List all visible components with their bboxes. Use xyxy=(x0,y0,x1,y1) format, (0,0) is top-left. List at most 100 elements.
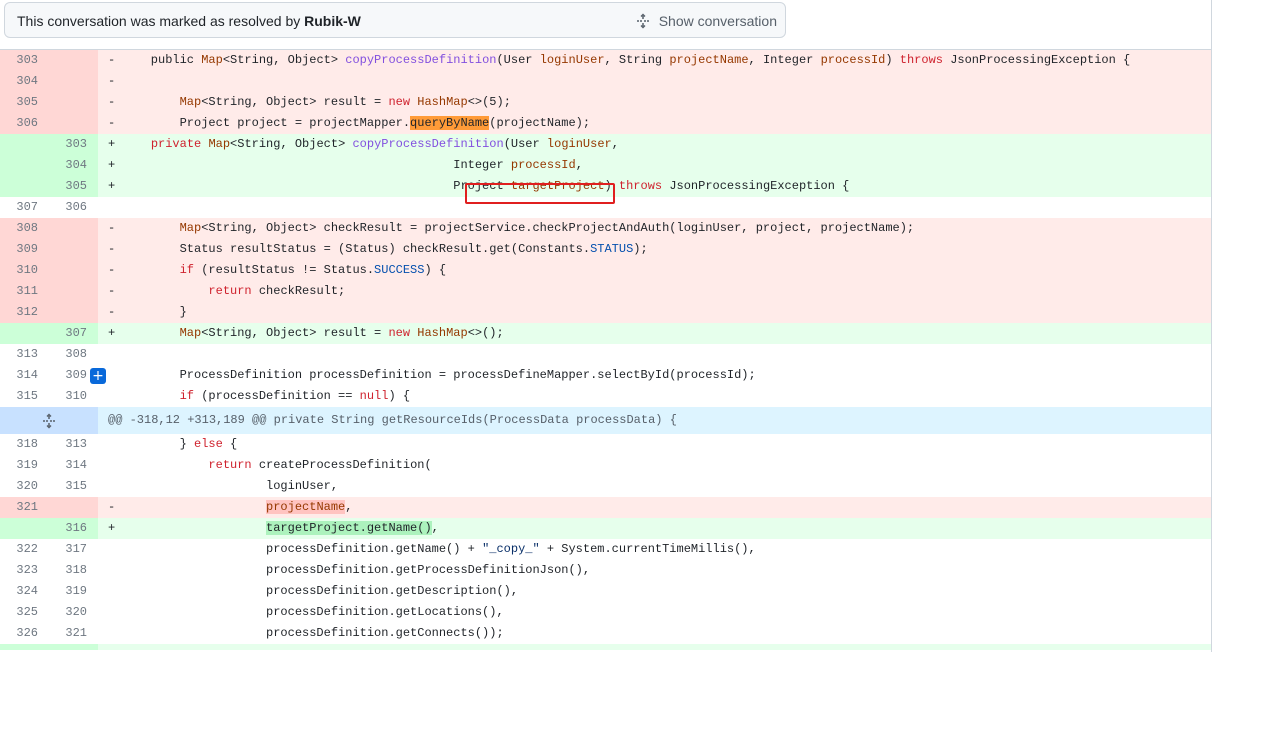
new-line-number[interactable]: 308 xyxy=(49,344,98,365)
diff-marker: + xyxy=(108,137,116,151)
old-line-number[interactable]: 319 xyxy=(0,455,49,476)
old-line-number[interactable]: 325 xyxy=(0,602,49,623)
old-line-number[interactable]: 307 xyxy=(0,197,49,218)
old-line-number[interactable] xyxy=(0,134,49,155)
diff-line-context: 323 318 processDefinition.getProcessDefi… xyxy=(0,560,1211,581)
diff-line-deleted: 312 - } xyxy=(0,302,1211,323)
new-line-number[interactable]: 310 xyxy=(49,386,98,407)
diff-line-context: 320 315 loginUser, xyxy=(0,476,1211,497)
new-line-number xyxy=(49,644,98,650)
code-line: loginUser, xyxy=(122,479,339,493)
code-line: processDefinition.getProcessDefinitionJs… xyxy=(122,563,591,577)
old-line-number xyxy=(0,644,49,650)
diff-view: 303 - public Map<String, Object> copyPro… xyxy=(0,50,1211,650)
new-line-number[interactable]: 314 xyxy=(49,455,98,476)
new-line-number[interactable] xyxy=(49,92,98,113)
code-line: Project project = projectMapper.queryByN… xyxy=(122,116,591,130)
diff-line-deleted: 309 - Status resultStatus = (Status) che… xyxy=(0,239,1211,260)
code-line: if (resultStatus != Status.SUCCESS) { xyxy=(179,263,447,277)
old-line-number[interactable]: 324 xyxy=(0,581,49,602)
old-line-number[interactable]: 305 xyxy=(0,92,49,113)
new-line-number[interactable] xyxy=(49,71,98,92)
new-line-number[interactable]: 304 xyxy=(49,155,98,176)
diff-line-deleted: 310 - if (resultStatus != Status.SUCCESS… xyxy=(0,260,1211,281)
new-line-number[interactable]: 313 xyxy=(49,434,98,455)
hunk-header-text: @@ -318,12 +313,189 @@ private String ge… xyxy=(108,413,677,427)
page-right-border xyxy=(1211,0,1212,652)
new-line-number[interactable]: 320 xyxy=(49,602,98,623)
expand-lines-button[interactable] xyxy=(0,407,98,434)
new-line-number[interactable]: 317 xyxy=(49,539,98,560)
resolved-message: This conversation was marked as resolved… xyxy=(17,13,361,29)
old-line-number[interactable]: 308 xyxy=(0,218,49,239)
old-line-number[interactable] xyxy=(0,155,49,176)
code-line: private Map<String, Object> copyProcessD… xyxy=(150,137,619,151)
diff-line-added: 307 + Map<String, Object> result = new H… xyxy=(0,323,1211,344)
diff-line-deleted: 304 - xyxy=(0,71,1211,92)
old-line-number[interactable]: 311 xyxy=(0,281,49,302)
code-line: public Map<String, Object> copyProcessDe… xyxy=(122,53,1131,67)
diff-line-added: 305 + Project targetProject) throws Json… xyxy=(0,176,1211,197)
new-line-number[interactable] xyxy=(49,218,98,239)
diff-line-deleted: 303 - public Map<String, Object> copyPro… xyxy=(0,50,1211,71)
diff-marker: - xyxy=(108,221,116,235)
new-line-number[interactable]: 307 xyxy=(49,323,98,344)
code-line: processDefinition.getLocations(), xyxy=(122,605,504,619)
code-line: Map<String, Object> result = new HashMap… xyxy=(179,326,504,340)
old-line-number[interactable]: 303 xyxy=(0,50,49,71)
new-line-number[interactable] xyxy=(49,113,98,134)
diff-marker: + xyxy=(108,179,116,193)
old-line-number[interactable]: 326 xyxy=(0,623,49,644)
show-conversation-button[interactable]: Show conversation xyxy=(635,11,777,31)
old-line-number[interactable]: 313 xyxy=(0,344,49,365)
new-line-number[interactable] xyxy=(49,281,98,302)
old-line-number[interactable]: 304 xyxy=(0,71,49,92)
new-line-number[interactable]: 306 xyxy=(49,197,98,218)
diff-marker: - xyxy=(108,242,116,256)
new-line-number[interactable]: 315 xyxy=(49,476,98,497)
search-highlight: queryByName xyxy=(410,116,490,130)
old-line-number[interactable]: 323 xyxy=(0,560,49,581)
add-comment-button[interactable]: + xyxy=(90,368,106,384)
new-line-number[interactable]: 319 xyxy=(49,581,98,602)
code-line: Project targetProject) throws JsonProces… xyxy=(122,179,850,193)
diff-marker: + xyxy=(108,158,116,172)
code-line: } xyxy=(122,305,187,319)
old-line-number[interactable]: 306 xyxy=(0,113,49,134)
old-line-number[interactable]: 320 xyxy=(0,476,49,497)
word-diff-deleted: projectName xyxy=(266,500,346,514)
diff-line-deleted: 311 - return checkResult; xyxy=(0,281,1211,302)
old-line-number[interactable]: 310 xyxy=(0,260,49,281)
old-line-number[interactable] xyxy=(0,518,49,539)
old-line-number[interactable]: 321 xyxy=(0,497,49,518)
old-line-number[interactable] xyxy=(0,176,49,197)
new-line-number[interactable]: 305 xyxy=(49,176,98,197)
new-line-number[interactable]: 303 xyxy=(49,134,98,155)
diff-marker: - xyxy=(108,263,116,277)
diff-line-deleted: 308 - Map<String, Object> checkResult = … xyxy=(0,218,1211,239)
new-line-number[interactable]: 318 xyxy=(49,560,98,581)
code-line: Status resultStatus = (Status) checkResu… xyxy=(122,242,648,256)
code-line: Map<String, Object> result = new HashMap… xyxy=(179,95,511,109)
new-line-number[interactable] xyxy=(49,260,98,281)
new-line-number[interactable] xyxy=(49,239,98,260)
old-line-number[interactable]: 318 xyxy=(0,434,49,455)
old-line-number[interactable] xyxy=(0,323,49,344)
old-line-number[interactable]: 309 xyxy=(0,239,49,260)
new-line-number[interactable]: 316 xyxy=(49,518,98,539)
diff-line-context: 318 313 } else { xyxy=(0,434,1211,455)
new-line-number[interactable]: 321 xyxy=(49,623,98,644)
new-line-number[interactable] xyxy=(49,302,98,323)
hunk-header: @@ -318,12 +313,189 @@ private String ge… xyxy=(0,407,1211,434)
code-line: } else { xyxy=(122,437,238,451)
new-line-number[interactable] xyxy=(49,497,98,518)
old-line-number[interactable]: 312 xyxy=(0,302,49,323)
diff-marker: - xyxy=(108,500,116,514)
new-line-number[interactable] xyxy=(49,50,98,71)
resolved-by-user[interactable]: Rubik-W xyxy=(304,13,361,29)
old-line-number[interactable]: 315 xyxy=(0,386,49,407)
old-line-number[interactable]: 314 xyxy=(0,365,49,386)
old-line-number[interactable]: 322 xyxy=(0,539,49,560)
code-line: Map<String, Object> checkResult = projec… xyxy=(179,221,915,235)
diff-line-context: 322 317 processDefinition.getName() + "_… xyxy=(0,539,1211,560)
